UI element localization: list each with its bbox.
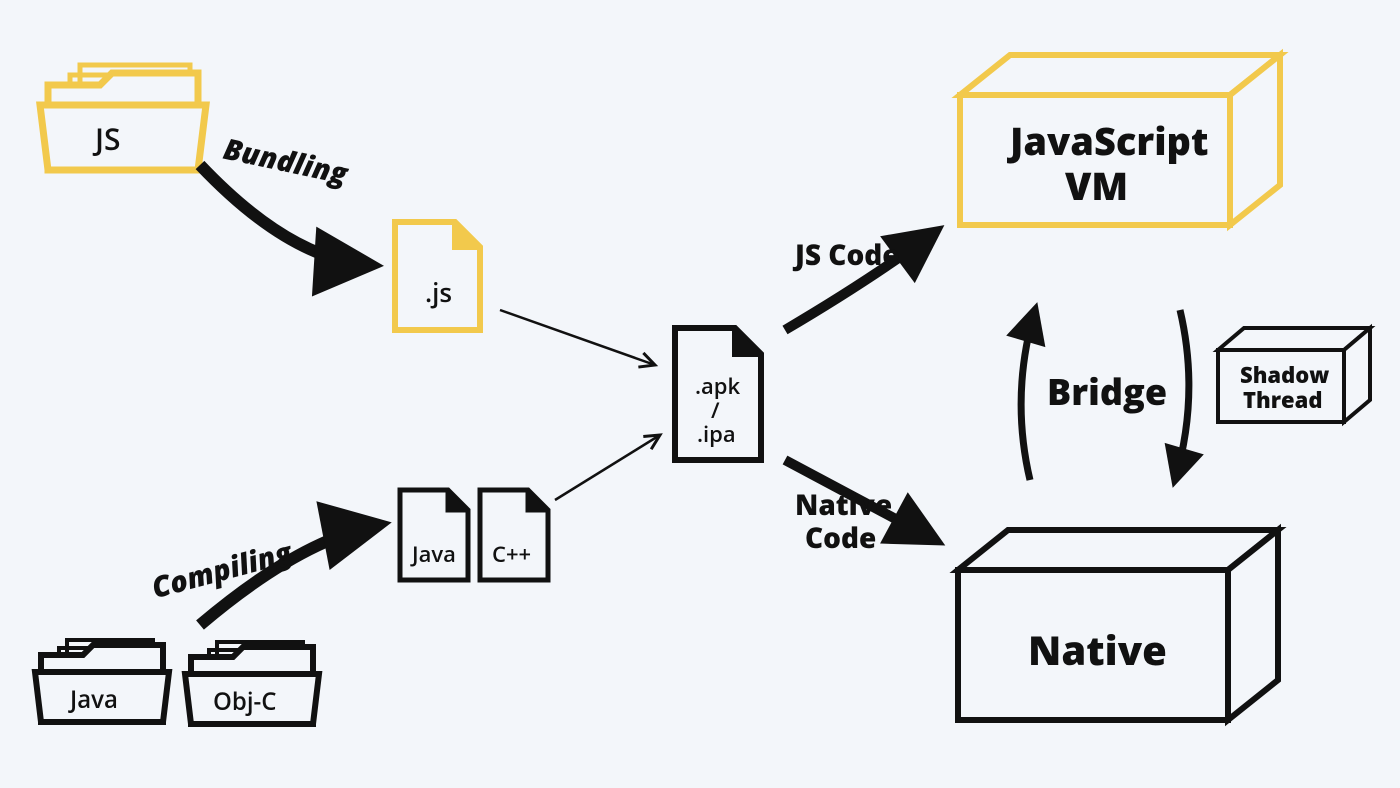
arrow-js-to-pkg xyxy=(500,310,655,365)
diagram-svg: JS Java Obj-C .js Java C++ .apk xyxy=(0,0,1400,788)
bridge-label: Bridge xyxy=(1047,367,1167,416)
arrow-jscode-label: JS Code xyxy=(792,236,900,274)
file-cpp: C++ xyxy=(480,490,548,580)
box-native-label: Native xyxy=(1028,622,1167,677)
folder-java: Java xyxy=(35,640,169,722)
arrow-jscode: JS Code xyxy=(785,232,935,330)
box-shadow-l2: Thread xyxy=(1243,385,1323,415)
arrow-compiling-label: Compiling xyxy=(147,532,297,607)
folder-js: JS xyxy=(40,65,206,170)
box-shadow-thread: Shadow Thread xyxy=(1218,328,1370,422)
arrow-native-to-pkg xyxy=(555,435,660,500)
box-native: Native xyxy=(958,530,1278,720)
arrow-bundling-label: Bundling xyxy=(220,129,352,194)
box-jsvm-l2: VM xyxy=(1065,160,1128,212)
file-cpp-label: C++ xyxy=(492,539,531,569)
file-js: .js xyxy=(395,222,480,330)
file-java-label: Java xyxy=(410,539,456,569)
folder-js-label: JS xyxy=(92,118,121,159)
arrow-nativecode: Native Code xyxy=(785,460,935,557)
arrow-bundling: Bundling xyxy=(200,129,370,265)
folder-objc: Obj-C xyxy=(185,642,319,724)
box-jsvm: JavaScript VM xyxy=(960,55,1280,225)
arrow-nativecode-l2: Code xyxy=(805,519,876,557)
file-java: Java xyxy=(400,490,468,580)
file-package: .apk / .ipa xyxy=(675,328,761,460)
file-js-label: .js xyxy=(425,274,452,310)
folder-java-label: Java xyxy=(68,683,118,716)
folder-objc-label: Obj-C xyxy=(213,685,276,718)
arrow-compiling: Compiling xyxy=(147,525,378,625)
file-pkg-l3: .ipa xyxy=(697,419,736,449)
bridge-group: Bridge xyxy=(1021,310,1189,480)
